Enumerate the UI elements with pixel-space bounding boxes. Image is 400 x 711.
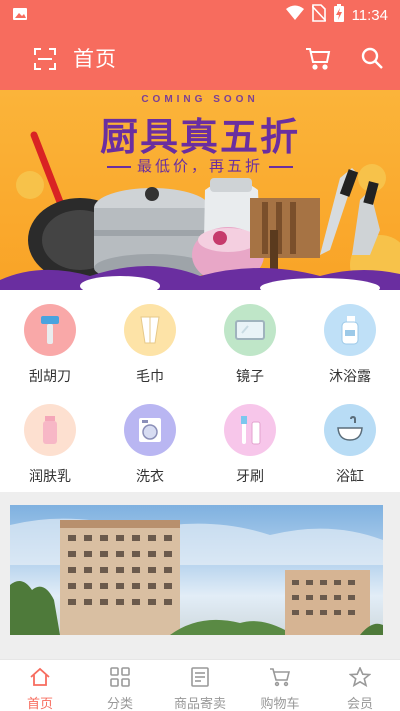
page-title: 首页: [73, 47, 117, 71]
lotion-icon: [24, 404, 76, 456]
category-item-lotion[interactable]: 润肤乳: [0, 404, 100, 486]
category-item-toothbrush[interactable]: 牙刷: [200, 404, 300, 486]
nav-member[interactable]: 会员: [320, 660, 400, 711]
category-item-towel[interactable]: 毛巾: [100, 304, 200, 386]
banner-headline: 厨具真五折: [99, 115, 300, 159]
category-label: 洗衣: [136, 469, 164, 485]
nav-label: 分类: [106, 697, 133, 711]
consign-icon: [191, 667, 209, 691]
home-screen: 11:34 首页 COMING SOON 厨具真五折 最低价，再五折 刮胡刀 毛…: [0, 0, 400, 711]
nav-label: 购物车: [260, 697, 300, 711]
wifi-icon: [285, 5, 304, 25]
nav-label: 会员: [346, 697, 373, 711]
grid-icon: [110, 667, 130, 691]
photo-notification-icon: [12, 6, 28, 26]
razor-icon: [24, 304, 76, 356]
nav-label: 首页: [26, 697, 53, 711]
shower-gel-icon: [324, 304, 376, 356]
nav-consign[interactable]: 商品寄卖: [160, 660, 240, 711]
category-item-shower-gel[interactable]: 沐浴露: [300, 304, 400, 386]
category-label: 沐浴露: [329, 369, 371, 385]
building-photo: [10, 518, 383, 635]
status-time: 11:34: [351, 6, 388, 24]
promo-image[interactable]: [10, 505, 383, 635]
nav-home[interactable]: 首页: [0, 660, 80, 711]
category-label: 浴缸: [336, 469, 364, 485]
cart-icon: [269, 668, 291, 691]
nav-cart[interactable]: 购物车: [240, 660, 320, 711]
status-bar: 11:34: [0, 0, 400, 28]
category-label: 牙刷: [236, 469, 264, 485]
nav-label: 商品寄卖: [173, 697, 226, 711]
category-item-laundry[interactable]: 洗衣: [100, 404, 200, 486]
category-label: 润肤乳: [29, 469, 71, 485]
banner-subtitle: 最低价，再五折: [0, 155, 400, 176]
basin-icon: [324, 404, 376, 456]
category-grid: 刮胡刀 毛巾 镜子 沐浴露 润肤乳 洗衣 牙刷 浴缸: [0, 290, 400, 492]
search-icon[interactable]: [360, 46, 384, 74]
battery-charging-icon: [333, 4, 344, 26]
scan-icon[interactable]: [33, 47, 57, 75]
bottom-nav: 首页 分类 商品寄卖 购物车 会员: [0, 659, 400, 711]
nav-category[interactable]: 分类: [80, 660, 160, 711]
toothbrush-icon: [224, 404, 276, 456]
washing-machine-icon: [124, 404, 176, 456]
star-icon: [348, 666, 372, 691]
category-label: 毛巾: [136, 369, 164, 385]
category-item-razor[interactable]: 刮胡刀: [0, 304, 100, 386]
no-sim-icon: [310, 4, 327, 26]
category-label: 镜子: [236, 369, 264, 385]
category-label: 刮胡刀: [29, 369, 71, 385]
home-icon: [29, 667, 51, 691]
app-bar: 首页: [0, 28, 400, 90]
category-item-bathtub[interactable]: 浴缸: [300, 404, 400, 486]
category-item-mirror[interactable]: 镜子: [200, 304, 300, 386]
banner-coming-soon: COMING SOON: [141, 94, 259, 105]
promo-banner[interactable]: COMING SOON 厨具真五折 最低价，再五折: [0, 90, 400, 290]
mirror-icon: [224, 304, 276, 356]
cart-icon[interactable]: [305, 46, 331, 74]
towel-icon: [124, 304, 176, 356]
